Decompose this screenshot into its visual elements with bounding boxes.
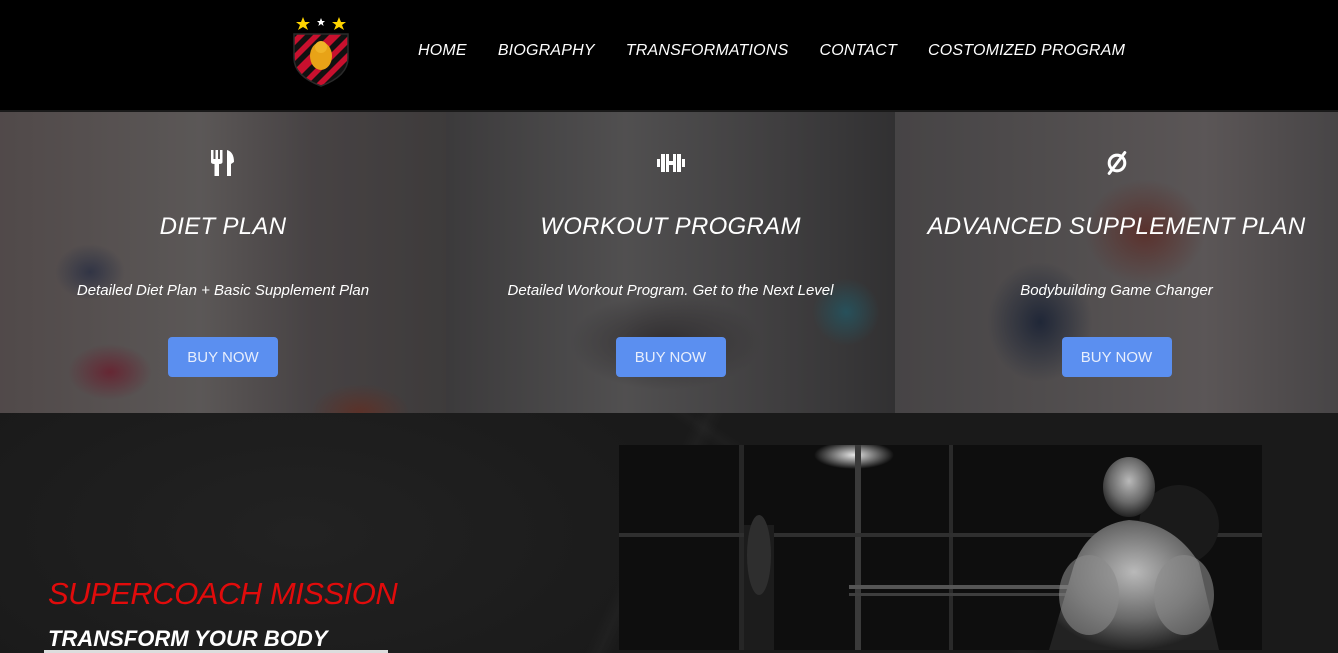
nav-home[interactable]: HOME	[418, 42, 467, 60]
service-cards: DIET PLAN Detailed Diet Plan + Basic Sup…	[0, 112, 1338, 413]
nav-biography[interactable]: BIOGRAPHY	[498, 42, 595, 60]
card-description: Detailed Diet Plan + Basic Supplement Pl…	[76, 282, 370, 299]
buy-now-button[interactable]: BUY NOW	[1061, 337, 1172, 377]
buy-now-button[interactable]: BUY NOW	[615, 337, 726, 377]
top-navbar: HOME BIOGRAPHY TRANSFORMATIONS CONTACT C…	[0, 0, 1338, 110]
dumbbell-icon	[656, 154, 685, 172]
card-description: Detailed Workout Program. Get to the Nex…	[507, 282, 834, 299]
buy-now-button[interactable]: BUY NOW	[168, 337, 278, 377]
card-diet-plan: DIET PLAN Detailed Diet Plan + Basic Sup…	[0, 112, 446, 413]
club-crest-logo[interactable]	[290, 14, 352, 88]
card-description: Bodybuilding Game Changer	[1020, 282, 1213, 299]
card-title: DIET PLAN	[159, 213, 287, 240]
card-title: WORKOUT PROGRAM	[540, 213, 801, 240]
nav-customized-program[interactable]: COSTOMIZED PROGRAM	[928, 42, 1125, 60]
card-title: ADVANCED SUPPLEMENT PLAN	[927, 213, 1306, 240]
supplement-icon	[1107, 151, 1126, 175]
nav-contact[interactable]: CONTACT	[819, 42, 897, 60]
card-advanced-supplement-plan: ADVANCED SUPPLEMENT PLAN Bodybuilding Ga…	[895, 112, 1338, 413]
card-workout-program: WORKOUT PROGRAM Detailed Workout Program…	[446, 112, 895, 413]
nav-transformations[interactable]: TRANSFORMATIONS	[626, 42, 789, 60]
mission-section: SUPERCOACH MISSION TRANSFORM YOUR BODY	[0, 413, 1338, 653]
mission-subtitle: TRANSFORM YOUR BODY	[48, 626, 328, 651]
gym-bodybuilder-image	[619, 445, 1262, 650]
mission-title: SUPERCOACH MISSION	[48, 576, 398, 611]
main-nav: HOME BIOGRAPHY TRANSFORMATIONS CONTACT C…	[418, 42, 1156, 60]
fork-knife-icon	[211, 150, 234, 176]
